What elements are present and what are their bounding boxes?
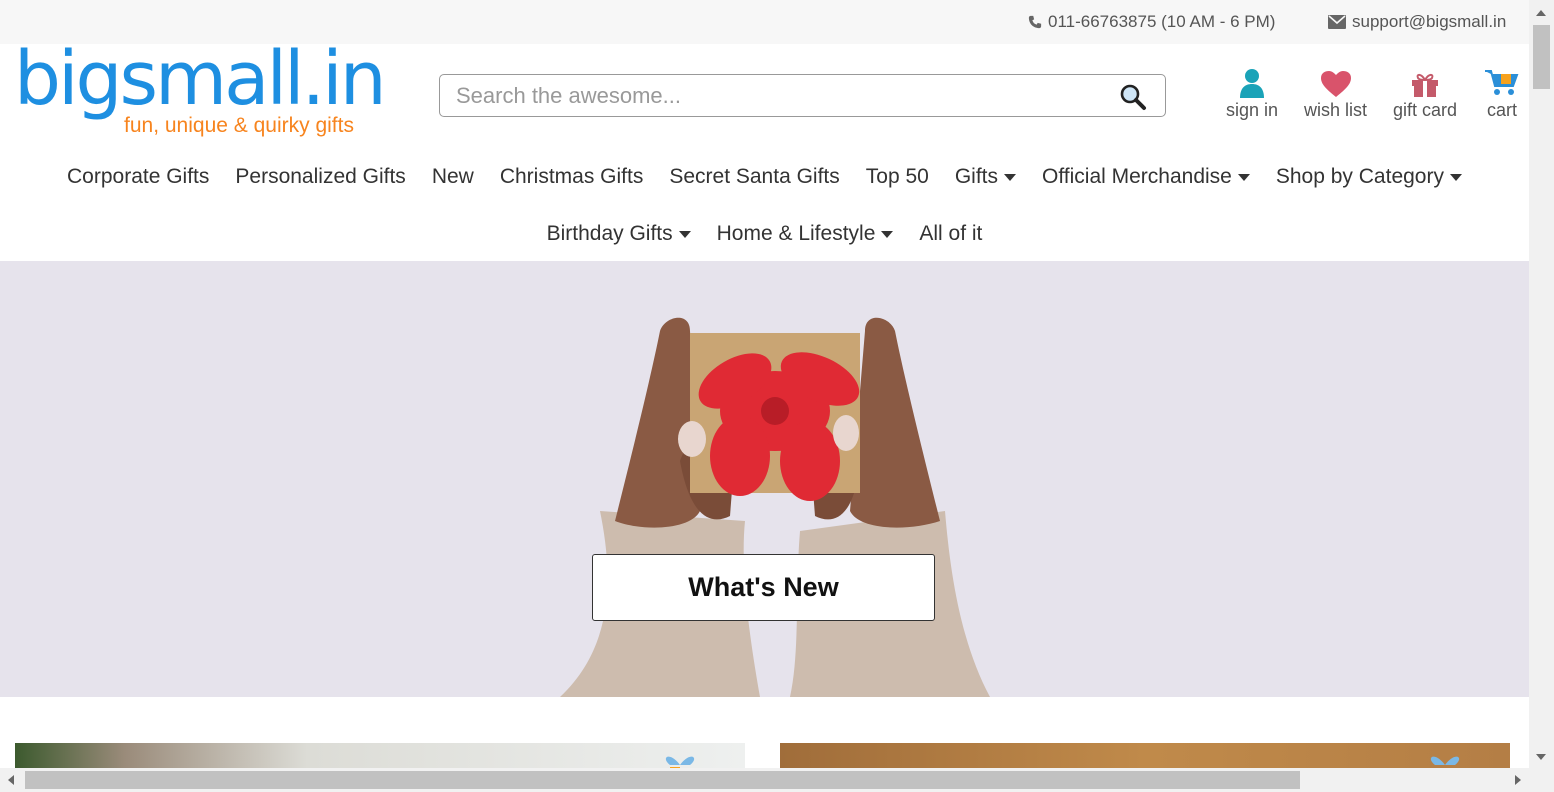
nav-secret-santa-gifts[interactable]: Secret Santa Gifts <box>656 162 852 192</box>
sign-in-link[interactable]: sign in <box>1226 64 1278 121</box>
caret-down-icon <box>1237 173 1250 181</box>
caret-down-icon <box>1449 173 1462 181</box>
nav-christmas-gifts[interactable]: Christmas Gifts <box>487 162 657 192</box>
logo-brand-text: bigsmall.in <box>14 36 387 122</box>
search-input[interactable] <box>440 75 1132 116</box>
user-icon <box>1240 69 1265 98</box>
horizontal-scrollbar[interactable] <box>0 768 1529 792</box>
wish-list-link[interactable]: wish list <box>1304 64 1367 121</box>
header-actions: sign in wish list gift card cart <box>1210 64 1529 124</box>
phone-contact[interactable]: 011-66763875 (10 AM - 6 PM) <box>1028 12 1275 32</box>
logo-tagline: fun, unique & quirky gifts <box>124 114 354 137</box>
search-icon[interactable] <box>1119 83 1147 111</box>
nav-corporate-gifts[interactable]: Corporate Gifts <box>54 162 222 192</box>
envelope-icon <box>1328 15 1346 29</box>
scrollbar-corner <box>1529 768 1554 792</box>
nav-home-lifestyle-dropdown[interactable]: Home & Lifestyle <box>704 219 907 249</box>
caret-down-icon <box>881 230 894 238</box>
vertical-scrollbar[interactable] <box>1529 0 1554 768</box>
hero-banner[interactable]: What's New <box>0 261 1529 697</box>
whats-new-button[interactable]: What's New <box>592 554 935 621</box>
page-viewport: 011-66763875 (10 AM - 6 PM) support@bigs… <box>0 0 1529 768</box>
site-logo[interactable]: bigsmall.in fun, unique & quirky gifts <box>14 42 387 144</box>
scroll-down-arrow-icon[interactable] <box>1536 754 1546 760</box>
search-bar <box>439 74 1166 117</box>
promo-tile-1[interactable] <box>15 743 745 768</box>
horizontal-scroll-thumb[interactable] <box>25 771 1300 789</box>
nav-personalized-gifts[interactable]: Personalized Gifts <box>222 162 418 192</box>
gift-icon <box>1412 73 1439 97</box>
caret-down-icon <box>1004 173 1016 181</box>
hero-gift-hands-image <box>560 317 990 697</box>
scroll-up-arrow-icon[interactable] <box>1536 10 1546 16</box>
phone-icon <box>1028 15 1042 29</box>
gift-card-label: gift card <box>1393 100 1458 120</box>
promo-tile-2[interactable] <box>780 743 1510 768</box>
gift-card-link[interactable]: gift card <box>1393 64 1457 121</box>
phone-text: 011-66763875 (10 AM - 6 PM) <box>1048 12 1276 31</box>
cart-label: cart <box>1486 100 1517 120</box>
gift-bow-decoration-icon <box>1430 756 1460 765</box>
gift-bow-decoration-icon <box>665 756 695 768</box>
vertical-scroll-thumb[interactable] <box>1533 25 1550 89</box>
nav-new[interactable]: New <box>419 162 487 192</box>
nav-top-50[interactable]: Top 50 <box>853 162 942 192</box>
nav-birthday-gifts-dropdown[interactable]: Birthday Gifts <box>534 219 704 249</box>
heart-icon <box>1320 71 1351 97</box>
email-text: support@bigsmall.in <box>1352 12 1507 31</box>
main-nav-row-1: Corporate Gifts Personalized Gifts New C… <box>0 162 1529 192</box>
sign-in-label: sign in <box>1226 100 1279 120</box>
cart-icon <box>1485 70 1519 95</box>
nav-shop-by-category-dropdown[interactable]: Shop by Category <box>1263 162 1475 192</box>
scroll-right-arrow-icon[interactable] <box>1515 775 1521 785</box>
wish-list-label: wish list <box>1304 100 1368 120</box>
main-nav-row-2: Birthday Gifts Home & Lifestyle All of i… <box>0 219 1529 249</box>
email-contact[interactable]: support@bigsmall.in <box>1328 12 1506 32</box>
nav-all-of-it[interactable]: All of it <box>906 219 995 249</box>
nav-gifts-dropdown[interactable]: Gifts <box>942 162 1029 192</box>
cart-link[interactable]: cart <box>1484 64 1520 121</box>
scroll-left-arrow-icon[interactable] <box>8 775 14 785</box>
nav-official-merchandise-dropdown[interactable]: Official Merchandise <box>1029 162 1263 192</box>
caret-down-icon <box>678 230 691 238</box>
